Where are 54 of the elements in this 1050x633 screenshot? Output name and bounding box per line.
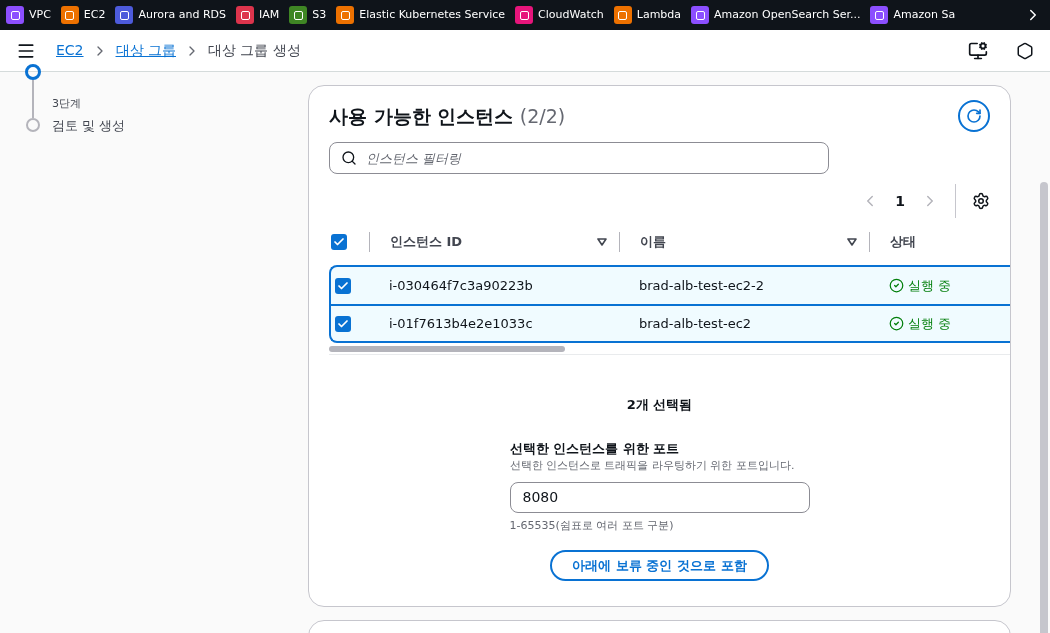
column-header[interactable]: 이름 bbox=[640, 232, 666, 252]
sort-icon[interactable] bbox=[597, 238, 607, 246]
refresh-icon bbox=[966, 108, 982, 124]
breadcrumb-link[interactable]: EC2 bbox=[56, 40, 84, 61]
service-shortcut[interactable]: IAM bbox=[236, 6, 280, 24]
column-header[interactable]: 인스턴스 ID bbox=[390, 232, 463, 252]
port-description: 선택한 인스턴스로 트래픽을 라우팅하기 위한 포트입니다. bbox=[509, 458, 796, 474]
table-cell-text: brad-alb-test-ec2 bbox=[638, 314, 753, 333]
port-input[interactable]: 8080 bbox=[509, 481, 810, 513]
breadcrumb-current: 대상 그룹 생성 bbox=[208, 41, 301, 60]
include-pending-button[interactable]: 아래에 보류 중인 것으로 포함 bbox=[550, 550, 769, 581]
service-shortcut[interactable]: Elastic Kubernetes Service bbox=[336, 6, 506, 24]
checkbox[interactable] bbox=[335, 315, 351, 332]
status-text: 실행 중 bbox=[908, 276, 952, 295]
checkbox[interactable] bbox=[331, 234, 347, 250]
search-field[interactable]: 인스턴스 필터링 bbox=[329, 142, 829, 174]
scrollbar-thumb[interactable] bbox=[329, 345, 565, 352]
check-icon bbox=[337, 279, 349, 292]
check-icon bbox=[337, 317, 349, 330]
hexagon-icon[interactable] bbox=[1016, 41, 1034, 60]
sort-icon[interactable] bbox=[847, 238, 857, 246]
port-hint: 1-65535(쉼표로 여러 포트 구분) bbox=[509, 517, 675, 534]
status-check-icon bbox=[889, 316, 904, 331]
port-label: 선택한 인스턴스를 위한 포트 bbox=[509, 439, 681, 458]
column-header[interactable]: 상태 bbox=[890, 232, 916, 252]
service-shortcut[interactable]: EC2 bbox=[60, 6, 106, 24]
service-shortcut[interactable]: Amazon OpenSearch Ser... bbox=[691, 6, 861, 24]
table-cell-text: i-030464f7c3a90223b bbox=[388, 276, 534, 295]
service-shortcut[interactable]: VPC bbox=[6, 6, 51, 24]
panel-title: 사용 가능한 인스턴스 (2/2) bbox=[329, 103, 566, 129]
settings-icon[interactable] bbox=[972, 192, 990, 210]
status-text: 실행 중 bbox=[908, 314, 952, 333]
table-cell-text: i-01f7613b4e2e1033c bbox=[388, 314, 534, 333]
step-indicator-icon bbox=[25, 64, 41, 80]
service-shortcut[interactable]: S3 bbox=[289, 6, 327, 24]
service-shortcut[interactable]: Aurora and RDS bbox=[115, 6, 227, 24]
service-shortcut[interactable]: Amazon Sa bbox=[870, 6, 956, 24]
table-cell-text: brad-alb-test-ec2-2 bbox=[638, 276, 766, 295]
check-icon bbox=[333, 236, 345, 248]
page-number[interactable]: 1 bbox=[895, 190, 905, 212]
table-row[interactable]: i-01f7613b4e2e1033c brad-alb-test-ec2 실행 중 bbox=[331, 304, 1010, 341]
selected-count: 2개 선택됨 bbox=[626, 396, 693, 414]
status-check-icon bbox=[889, 278, 904, 293]
checkbox[interactable] bbox=[335, 277, 351, 294]
refresh-button[interactable] bbox=[958, 100, 990, 132]
search-icon bbox=[341, 150, 357, 166]
breadcrumb-link[interactable]: 대상 그룹 bbox=[115, 40, 176, 61]
monitor-icon[interactable] bbox=[968, 40, 988, 61]
service-shortcut[interactable]: Lambda bbox=[613, 6, 682, 24]
service-shortcut[interactable]: CloudWatch bbox=[515, 6, 604, 24]
table-row[interactable]: i-030464f7c3a90223b brad-alb-test-ec2-2 실행 중 bbox=[331, 267, 1010, 304]
page-scrollbar[interactable] bbox=[1040, 182, 1048, 633]
step-number: 3단계 bbox=[52, 96, 82, 112]
step-label[interactable]: 검토 및 생성 bbox=[52, 115, 126, 135]
